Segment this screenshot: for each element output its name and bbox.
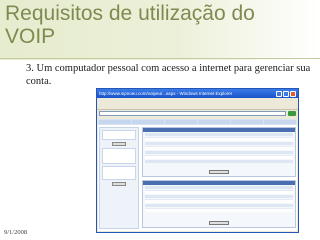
table-row: [145, 195, 293, 198]
table-row: [145, 142, 293, 145]
table-row: [145, 204, 293, 207]
table-row: [145, 133, 293, 136]
browser-window-title: http://www.sipnoeu.com/voipeu/...aspx - …: [99, 91, 233, 96]
slide-body-text: 3. Um computador pessoal com acesso a in…: [26, 63, 311, 87]
site-nav-tab: [132, 120, 164, 124]
site-nav-tabs: [98, 119, 297, 125]
site-nav-tab: [165, 120, 197, 124]
sidebar-button: [112, 182, 126, 186]
table-row: [145, 186, 293, 189]
site-sidebar: [99, 127, 139, 229]
table-row: [145, 155, 293, 159]
table-row: [145, 190, 293, 194]
minimize-icon: [276, 90, 282, 97]
call-history-panel: [142, 127, 296, 177]
recent-calls-block: [102, 166, 136, 180]
panel-button: [209, 170, 229, 174]
browser-titlebar: http://www.sipnoeu.com/voipeu/...aspx - …: [97, 89, 298, 98]
site-nav-tab: [99, 120, 131, 124]
address-field: [99, 111, 286, 116]
site-nav-tab: [264, 120, 296, 124]
go-icon: [288, 111, 296, 116]
table-row: [145, 137, 293, 141]
slide-title-line-2: VOIP: [5, 25, 56, 48]
browser-toolbar: [97, 103, 298, 110]
slide-title-line-1: Requisitos de utilização do: [5, 2, 255, 25]
table-row: [145, 208, 293, 212]
site-nav-tab: [198, 120, 230, 124]
table-row: [145, 151, 293, 154]
slide-title: Requisitos de utilização do VOIP: [5, 2, 305, 48]
window-controls: [276, 90, 296, 97]
table-row: [145, 199, 293, 203]
panel-button: [209, 221, 229, 225]
credit-info-block: [102, 148, 136, 164]
browser-addressbar: [97, 110, 298, 117]
browser-screenshot: http://www.sipnoeu.com/voipeu/...aspx - …: [96, 88, 299, 233]
slide-date: 9/1/2008: [4, 229, 28, 236]
panel-header: [143, 181, 295, 185]
table-row: [145, 160, 293, 163]
messages-panel: [142, 180, 296, 228]
slide: Requisitos de utilização do VOIP 3. Um c…: [0, 0, 320, 240]
site-nav-tab: [231, 120, 263, 124]
browser-page-content: [98, 119, 297, 231]
close-icon: [290, 90, 296, 97]
account-info-block: [102, 130, 136, 140]
maximize-icon: [283, 90, 289, 97]
table-row: [145, 146, 293, 150]
panel-header: [143, 128, 295, 132]
title-divider: [0, 58, 320, 59]
sidebar-button: [112, 142, 126, 146]
